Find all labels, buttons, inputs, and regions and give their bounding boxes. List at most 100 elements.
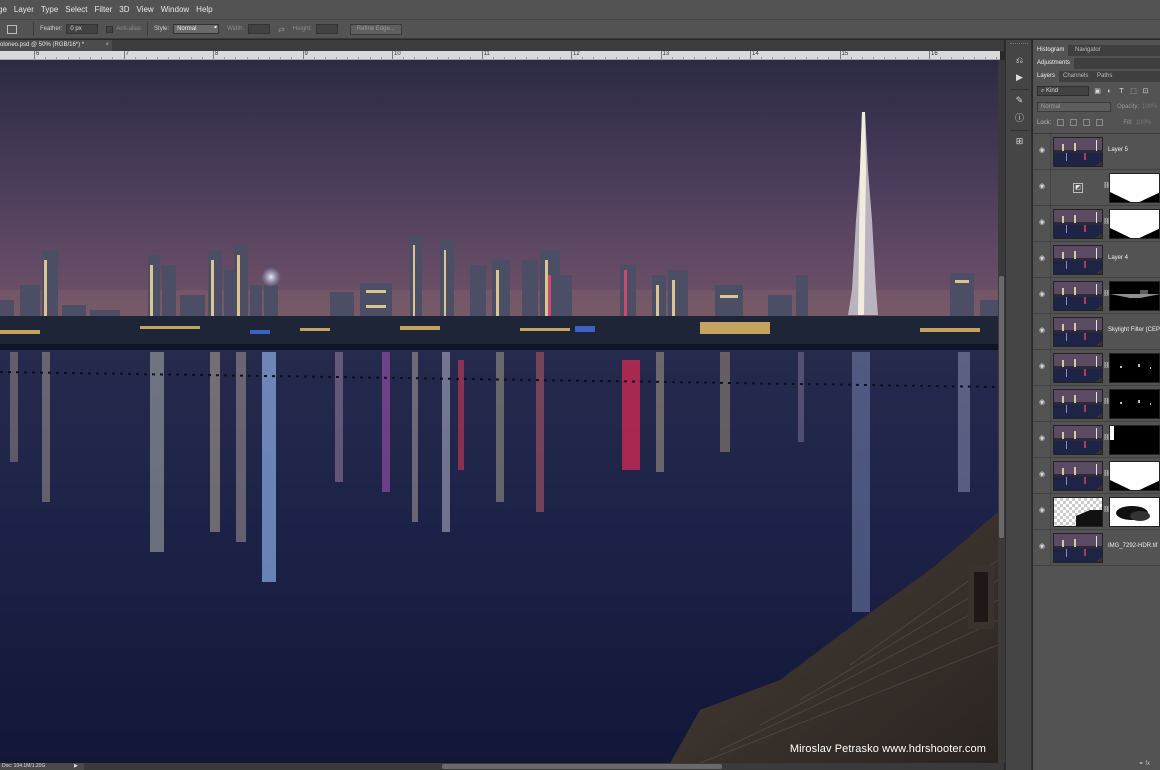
layers-panel-tabs: Layers Channels Paths: [1033, 71, 1160, 82]
vertical-scroll-thumb[interactable]: [999, 276, 1004, 538]
lock-image-icon[interactable]: [1070, 119, 1078, 126]
style-select[interactable]: Normal: [173, 24, 220, 34]
layer-thumbnail[interactable]: [1053, 425, 1103, 455]
layer-thumbnail[interactable]: [1053, 281, 1103, 311]
menu-type[interactable]: Type: [41, 5, 65, 14]
vertical-scrollbar[interactable]: [998, 60, 1005, 763]
layer-mask-thumbnail[interactable]: [1109, 497, 1160, 527]
shape-filter-icon[interactable]: ⬚: [1130, 87, 1137, 95]
layer-thumbnail[interactable]: [1053, 245, 1103, 275]
layer-row[interactable]: ◉ ⛓: [1033, 458, 1160, 494]
adjustment-layer-icon[interactable]: ◩: [1073, 183, 1083, 193]
blend-mode-select[interactable]: Normal: [1037, 101, 1111, 112]
antialias-checkbox[interactable]: [106, 25, 114, 33]
visibility-eye-icon[interactable]: ◉: [1038, 363, 1046, 371]
visibility-eye-icon[interactable]: ◉: [1038, 399, 1046, 407]
layer-row[interactable]: ◉ ⛓: [1033, 494, 1160, 530]
tab-adjustments[interactable]: Adjustments: [1033, 58, 1075, 69]
layer-mask-thumbnail[interactable]: [1109, 281, 1160, 311]
brush-presets-icon[interactable]: ✎: [1013, 94, 1026, 107]
opacity-value[interactable]: 100%: [1142, 104, 1157, 110]
layer-row[interactable]: ◉ Layer 5: [1033, 134, 1160, 170]
tab-histogram[interactable]: Histogram: [1033, 45, 1069, 56]
menu-layer[interactable]: Layer: [14, 5, 41, 14]
layer-row[interactable]: ◉ Layer 4: [1033, 242, 1160, 278]
adjustment-filter-icon[interactable]: ◐: [1106, 88, 1113, 95]
layer-mask-thumbnail[interactable]: [1109, 425, 1160, 455]
menu-help[interactable]: Help: [196, 5, 219, 14]
layer-mask-thumbnail[interactable]: [1109, 173, 1160, 203]
layer-mask-thumbnail[interactable]: [1109, 209, 1160, 239]
menu-filter[interactable]: Filter: [95, 5, 120, 14]
ruler-major-tick: [839, 51, 841, 59]
menu-view[interactable]: View: [137, 5, 161, 14]
lock-transparent-icon[interactable]: [1057, 119, 1065, 126]
layer-row[interactable]: ◉ ◩ ⛓: [1033, 170, 1160, 206]
visibility-eye-icon[interactable]: ◉: [1038, 543, 1046, 551]
refine-edge-button[interactable]: Refine Edge...: [349, 23, 402, 35]
layer-mask-thumbnail[interactable]: [1109, 461, 1160, 491]
lock-position-icon[interactable]: [1083, 119, 1091, 126]
swap-icon[interactable]: ⇄: [278, 25, 285, 34]
visibility-eye-icon[interactable]: ◉: [1038, 435, 1046, 443]
history-icon[interactable]: ⎌: [1013, 54, 1026, 67]
tab-paths[interactable]: Paths: [1093, 71, 1116, 82]
tab-layers[interactable]: Layers: [1033, 71, 1060, 82]
tool-presets-icon[interactable]: ⊞: [1013, 135, 1026, 148]
horizontal-ruler[interactable]: 6 7 8 9 10 11 12 13 14 15 16: [0, 51, 1000, 60]
layer-thumbnail[interactable]: [1053, 209, 1103, 239]
height-input[interactable]: [315, 24, 338, 34]
layer-row[interactable]: ◉ Skylight Filter (CEP: [1033, 314, 1160, 350]
kind-filter-select[interactable]: ⌕ Kind: [1037, 86, 1089, 96]
layer-thumbnail[interactable]: [1053, 137, 1103, 167]
link-fx-icons[interactable]: ⚭ fx: [1139, 760, 1150, 767]
layer-thumbnail[interactable]: [1053, 353, 1103, 383]
visibility-eye-icon[interactable]: ◉: [1038, 291, 1046, 299]
panel-grip[interactable]: [1010, 43, 1028, 46]
info-icon[interactable]: ⓘ: [1013, 112, 1026, 125]
menu-3d[interactable]: 3D: [119, 5, 136, 14]
play-icon[interactable]: ▶: [1013, 71, 1026, 84]
style-label: Style:: [154, 26, 170, 32]
menu-window[interactable]: Window: [161, 5, 196, 14]
layer-thumbnail[interactable]: [1053, 389, 1103, 419]
layer-thumbnail[interactable]: [1053, 461, 1103, 491]
layer-row[interactable]: ◉ ⛓: [1033, 206, 1160, 242]
visibility-eye-icon[interactable]: ◉: [1038, 327, 1046, 335]
canvas[interactable]: Miroslav Petrasko www.hdrshooter.com: [0, 60, 998, 763]
layer-row[interactable]: ◉ ⛓: [1033, 350, 1160, 386]
visibility-eye-icon[interactable]: ◉: [1038, 147, 1046, 155]
layer-mask-thumbnail[interactable]: [1109, 389, 1160, 419]
horizontal-scroll-thumb[interactable]: [442, 764, 722, 769]
selection-mode-icon[interactable]: [7, 24, 17, 34]
menu-image[interactable]: ge: [0, 5, 14, 14]
ruler-label: 8: [215, 51, 219, 57]
width-input[interactable]: [248, 24, 271, 34]
menu-select[interactable]: Select: [65, 5, 94, 14]
fill-value[interactable]: 100%: [1136, 120, 1151, 126]
status-menu-arrow-icon[interactable]: ▶: [74, 763, 78, 770]
document-tab[interactable]: oloneo.psd @ 50% (RGB/16*) * ×: [0, 40, 112, 51]
feather-input[interactable]: 0 px: [66, 24, 99, 34]
visibility-eye-icon[interactable]: ◉: [1038, 507, 1046, 515]
layer-row[interactable]: ◉ ⛓: [1033, 278, 1160, 314]
visibility-eye-icon[interactable]: ◉: [1038, 219, 1046, 227]
tab-navigator[interactable]: Navigator: [1071, 45, 1105, 56]
layer-thumbnail[interactable]: [1053, 317, 1103, 347]
visibility-eye-icon[interactable]: ◉: [1038, 183, 1046, 191]
visibility-eye-icon[interactable]: ◉: [1038, 471, 1046, 479]
layer-row[interactable]: ◉ ⛓: [1033, 422, 1160, 458]
layer-row[interactable]: ◉ IMG_7292-HDR.tif: [1033, 530, 1160, 566]
separator: [1010, 130, 1029, 131]
close-icon[interactable]: ×: [105, 40, 109, 51]
layer-mask-thumbnail[interactable]: [1109, 353, 1160, 383]
layer-row[interactable]: ◉ ⛓: [1033, 386, 1160, 422]
lock-all-icon[interactable]: [1096, 119, 1104, 126]
visibility-eye-icon[interactable]: ◉: [1038, 255, 1046, 263]
smart-object-filter-icon[interactable]: ⊡: [1142, 87, 1149, 95]
layer-thumbnail[interactable]: [1053, 533, 1103, 563]
type-filter-icon[interactable]: T: [1118, 88, 1125, 95]
pixel-filter-icon[interactable]: ▣: [1094, 87, 1101, 95]
layer-thumbnail[interactable]: [1053, 497, 1103, 527]
tab-channels[interactable]: Channels: [1059, 71, 1092, 82]
